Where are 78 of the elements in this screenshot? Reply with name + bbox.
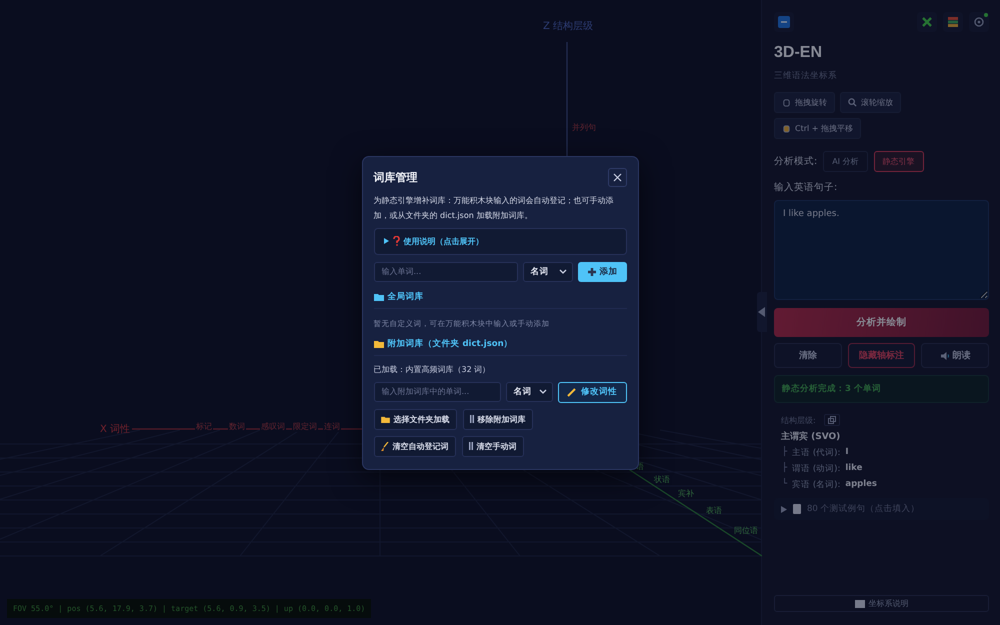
part-role: 宾语 (名词): (792, 479, 840, 491)
result-message: 静态分析完成：3 个单词 (774, 375, 989, 403)
dialog-action-button[interactable]: 清空手动词 (462, 436, 524, 456)
speaker-icon (940, 350, 950, 360)
tools-button[interactable] (917, 12, 937, 32)
word-type-select[interactable]: 名词 (522, 262, 572, 282)
part-word: I (845, 447, 848, 459)
action-button[interactable]: 朗读 (921, 343, 990, 368)
hint-icon (782, 124, 791, 133)
analyze-button[interactable]: 分析并绘制 (774, 308, 989, 337)
dialog-action-button[interactable]: 移除附加词库 (462, 408, 532, 430)
dialog-action-button[interactable]: 清空自动登记词 (374, 436, 456, 456)
part-word: apples (845, 479, 877, 491)
structure-label: 结构层级: (781, 414, 816, 426)
hint-chip: 滚轮缩放 (840, 92, 901, 113)
folder-icon (374, 340, 384, 348)
section-title: 全局词库 (374, 290, 626, 308)
axis-label: Z 结构层级 (543, 20, 594, 33)
part-word: like (845, 463, 862, 475)
tree-branch: ├ (782, 447, 788, 459)
dialog-description: 为静态引擎增补词库：万能积木块输入的词会自动登记；也可手动添加，或从文件夹的 dict.json 加载附加词库。 (374, 194, 614, 222)
tree-branch: ├ (782, 463, 788, 475)
settings-button[interactable] (969, 12, 989, 32)
axis-tick-label: 同位语 (734, 525, 758, 536)
mode-label: 分析模式: (774, 155, 818, 168)
plus-icon (586, 266, 596, 276)
app-title: 3D-EN (774, 44, 824, 62)
add-button[interactable]: 添加 (578, 262, 626, 282)
hint-chip: 拖拽旋转 (774, 92, 835, 113)
copy-icon (828, 416, 836, 424)
hint-icon (782, 98, 791, 107)
settings-icon (973, 16, 985, 28)
close-button[interactable] (608, 168, 626, 186)
collapse-handle[interactable] (757, 292, 767, 332)
tree-branch: └ (782, 479, 788, 491)
word-type-select[interactable]: 名词 (506, 382, 552, 402)
caret-icon (781, 506, 787, 512)
axis-tick-label: 感叹词 (260, 421, 286, 432)
axis-tick-label: 表语 (706, 505, 722, 516)
sentence-input[interactable]: I like apples. (774, 200, 989, 300)
axis-tick-label: 并列句 (571, 122, 597, 133)
axis-tick-label: 状语 (654, 474, 670, 485)
books-icon (947, 16, 959, 28)
axis-tick-label: 限定词 (292, 421, 318, 432)
axis-tick-label: 标记 (195, 421, 213, 432)
modify-button[interactable]: 修改词性 (558, 382, 626, 402)
part-role: 谓语 (动词): (792, 463, 840, 475)
structure-name: 主谓宾 (SVO) (781, 430, 842, 443)
question-icon (392, 236, 400, 246)
loaded-info: 已加载：内置高频词库（32 词） (374, 364, 492, 374)
help-toggle[interactable]: 使用说明（点击展开） (374, 228, 626, 254)
dialog-title: 词库管理 (374, 170, 418, 184)
chevron-icon (558, 269, 566, 274)
pencil-icon (567, 387, 577, 397)
chevron-icon (538, 389, 546, 394)
part-role: 主语 (代词): (792, 447, 840, 459)
extra-word-input[interactable]: 输入附加词库中的单词... (374, 382, 500, 402)
axis-tick-label: 连词 (323, 421, 341, 432)
axis-tick-label: 宾补 (678, 488, 694, 499)
axis-tick-label: 数词 (228, 421, 246, 432)
section-title: 附加词库（文件夹 dict.json） (374, 338, 626, 356)
broom-icon (380, 442, 388, 450)
bin-icon (470, 415, 474, 423)
hint-icon (848, 98, 857, 107)
close-icon (612, 172, 622, 182)
books-button[interactable] (943, 12, 963, 32)
folder-icon (374, 292, 384, 300)
bin-icon (468, 442, 472, 450)
axis-label: X 词性 (100, 422, 130, 436)
hint-chip: Ctrl + 拖拽平移 (774, 118, 862, 139)
dialog-action-button[interactable]: 选择文件夹加载 (374, 408, 456, 430)
caret-icon (384, 238, 388, 244)
folder-icon (380, 416, 390, 422)
action-button[interactable]: 清除 (774, 343, 842, 368)
input-label: 输入英语句子: (774, 181, 838, 194)
copy-button[interactable] (824, 414, 840, 426)
word-input[interactable]: 输入单词... (374, 262, 518, 282)
back-button[interactable] (774, 12, 794, 32)
